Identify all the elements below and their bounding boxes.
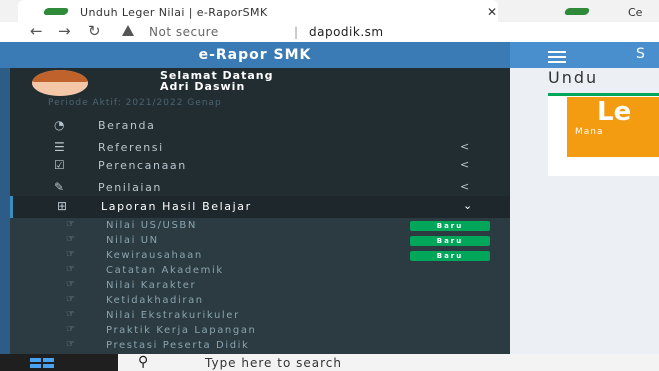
chevron-left-icon: < xyxy=(460,180,471,193)
submenu-item-nilai-us-usbn[interactable]: ☞ Nilai US/USBN Baru xyxy=(10,219,510,232)
left-edge-stripe xyxy=(0,42,10,371)
sidebar-item-label: Penilaian xyxy=(98,181,163,194)
taskbar-search-box[interactable] xyxy=(118,354,659,371)
sidebar-item-perencanaan[interactable]: ☑ Perencanaan < xyxy=(10,155,510,177)
chevron-left-icon: < xyxy=(460,140,471,153)
submenu-item-ketidakhadiran[interactable]: ☞ Ketidakhadiran xyxy=(10,294,510,307)
avatar xyxy=(32,70,88,96)
submenu-item-nilai-karakter[interactable]: ☞ Nilai Karakter xyxy=(10,279,510,292)
hand-pointer-icon: ☞ xyxy=(66,264,77,275)
submenu-item-kewirausahaan[interactable]: ☞ Kewirausahaan Baru xyxy=(10,249,510,262)
second-tab-favicon-icon xyxy=(563,8,591,15)
sidebar-item-laporan-hasil-belajar[interactable]: ⊞ Laporan Hasil Belajar ⌄ xyxy=(10,196,513,218)
info-box-text: Mana xyxy=(575,127,604,137)
submenu-item-label: Nilai UN xyxy=(106,235,159,246)
submenu-item-catatan-akademik[interactable]: ☞ Catatan Akademik xyxy=(10,264,510,277)
check-square-icon: ☑ xyxy=(54,158,67,172)
forward-arrow-icon[interactable]: → xyxy=(58,22,71,40)
sidebar-item-beranda[interactable]: ◔ Beranda xyxy=(10,115,510,137)
submenu-item-label: Nilai US/USBN xyxy=(106,220,197,231)
topbar-text: S xyxy=(636,46,645,62)
sidebar-item-label: Referensi xyxy=(98,141,164,154)
submenu-item-label: Nilai Ekstrakurikuler xyxy=(106,310,240,321)
erapor-favicon-icon xyxy=(42,8,70,15)
new-badge: Baru xyxy=(410,236,490,246)
sidebar-item-label: Perencanaan xyxy=(98,159,187,172)
user-name: Adri Daswin xyxy=(160,80,246,93)
browser-tab-2-title[interactable]: Ce xyxy=(628,6,642,19)
submenu-item-label: Praktik Kerja Lapangan xyxy=(106,325,257,336)
submenu-item-label: Nilai Karakter xyxy=(106,280,197,291)
submenu-item-praktik-kerja-lapangan[interactable]: ☞ Praktik Kerja Lapangan xyxy=(10,324,510,337)
hand-pointer-icon: ☞ xyxy=(66,309,77,320)
url-separator: | xyxy=(294,25,299,39)
sitemap-icon: ⊞ xyxy=(57,199,69,213)
submenu-item-nilai-ekstrakurikuler[interactable]: ☞ Nilai Ekstrakurikuler xyxy=(10,309,510,322)
hand-pointer-icon: ☞ xyxy=(66,294,77,305)
welcome-text: Selamat Datang Adri Daswin xyxy=(160,70,274,92)
edit-icon: ✎ xyxy=(54,180,66,194)
dashboard-icon: ◔ xyxy=(54,118,67,132)
app-brand[interactable]: e-Rapor SMK xyxy=(0,42,510,68)
submenu-item-label: Ketidakhadiran xyxy=(106,295,204,306)
submenu-item-label: Kewirausahaan xyxy=(106,250,203,261)
new-badge: Baru xyxy=(410,251,490,261)
submenu-item-label: Prestasi Peserta Didik xyxy=(106,340,250,351)
hand-pointer-icon: ☞ xyxy=(66,234,77,245)
back-arrow-icon[interactable]: ← xyxy=(30,22,43,40)
windows-start-icon[interactable] xyxy=(30,358,54,368)
submenu-item-prestasi-peserta-didik[interactable]: ☞ Prestasi Peserta Didik xyxy=(10,339,510,352)
hand-pointer-icon: ☞ xyxy=(66,339,77,350)
browser-tab-title[interactable]: Unduh Leger Nilai | e-RaporSMK xyxy=(80,6,268,19)
list-icon: ☰ xyxy=(54,140,67,154)
hamburger-menu-icon[interactable] xyxy=(548,51,566,63)
info-box-heading: Le xyxy=(597,97,632,127)
hand-pointer-icon: ☞ xyxy=(66,219,77,230)
new-badge: Baru xyxy=(410,221,490,231)
hand-pointer-icon: ☞ xyxy=(66,249,77,260)
submenu-item-label: Catatan Akademik xyxy=(106,265,224,276)
page-title: Undu xyxy=(548,68,599,87)
close-tab-icon[interactable]: ✕ xyxy=(487,5,497,19)
chevron-down-icon: ⌄ xyxy=(463,199,474,212)
sidebar-item-label: Beranda xyxy=(98,119,156,132)
url-security-status[interactable]: Not secure xyxy=(149,25,219,39)
url-host[interactable]: dapodik.sm xyxy=(309,25,384,39)
periode-aktif: Periode Aktif: 2021/2022 Genap xyxy=(48,98,222,108)
submenu-item-nilai-un[interactable]: ☞ Nilai UN Baru xyxy=(10,234,510,247)
hand-pointer-icon: ☞ xyxy=(66,279,77,290)
hand-pointer-icon: ☞ xyxy=(66,324,77,335)
chevron-left-icon: < xyxy=(460,158,471,171)
taskbar-search-placeholder[interactable]: Type here to search xyxy=(205,356,342,370)
search-icon: ⚲ xyxy=(138,354,149,370)
reload-icon[interactable]: ↻ xyxy=(88,22,101,40)
warning-triangle-icon[interactable] xyxy=(122,25,134,36)
sidebar-item-label: Laporan Hasil Belajar xyxy=(101,200,252,213)
